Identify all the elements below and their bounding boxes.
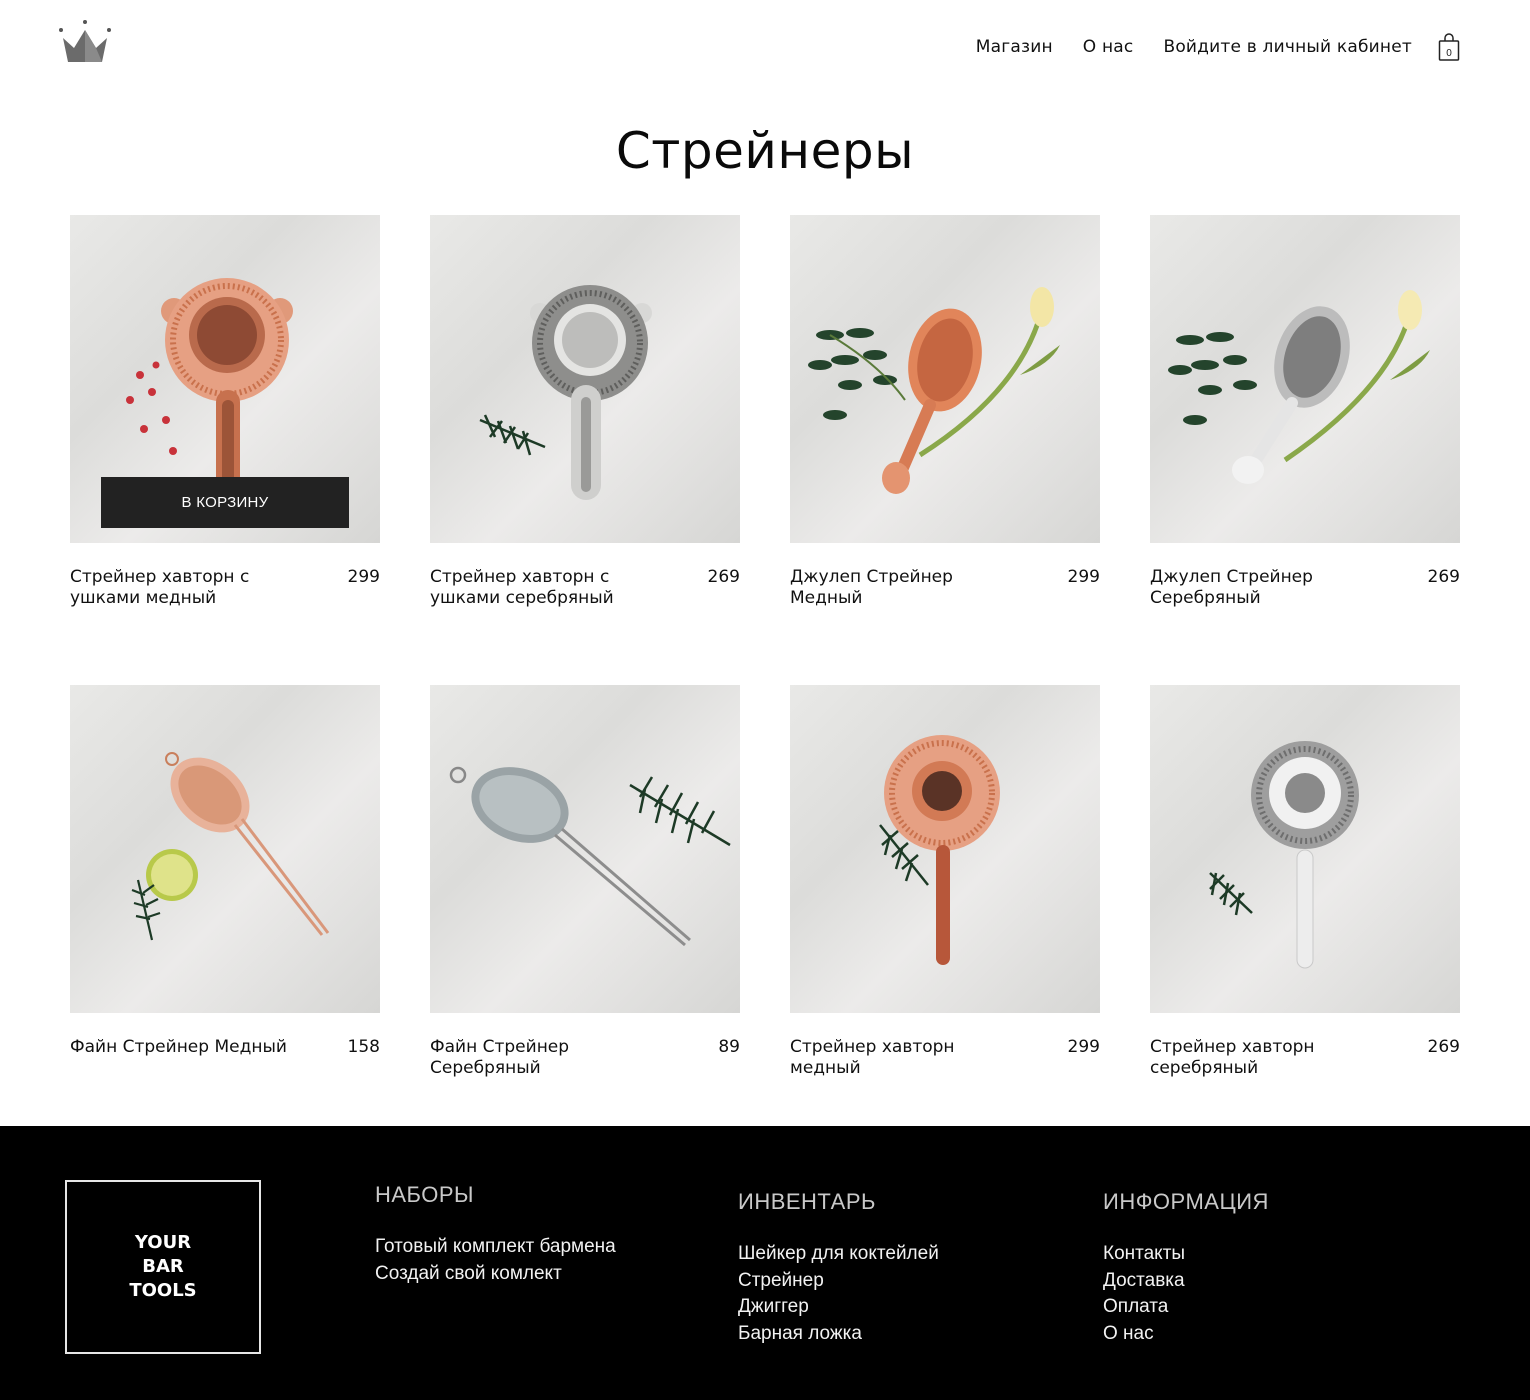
footer-link[interactable]: Шейкер для коктейлей (738, 1241, 939, 1268)
footer-link[interactable]: Контакты (1103, 1241, 1269, 1268)
product-price: 299 (1067, 567, 1100, 587)
product-price: 269 (1427, 567, 1460, 587)
footer-link[interactable]: Стрейнер (738, 1268, 939, 1295)
product-name[interactable]: Файн Стрейнер Серебряный (430, 1037, 670, 1079)
footer-link[interactable]: О нас (1103, 1321, 1269, 1348)
product-card[interactable]: Джулеп Стрейнер Серебряный 269 (1150, 215, 1460, 685)
product-name[interactable]: Стрейнер хавторн серебряный (1150, 1037, 1390, 1079)
hawthorne-strainer-silver-image (1209, 741, 1359, 969)
footer-link[interactable]: Барная ложка (738, 1321, 939, 1348)
product-card[interactable]: Файн Стрейнер Медный 158 (70, 685, 380, 1155)
product-price: 89 (718, 1037, 740, 1057)
brand-line: BAR (142, 1256, 184, 1277)
site-header: Магазин О нас Войдите в личный кабинет 0 (0, 0, 1530, 100)
product-price: 299 (1067, 1037, 1100, 1057)
product-image[interactable] (70, 685, 380, 1013)
product-price: 269 (707, 567, 740, 587)
footer-heading: НАБОРЫ (375, 1182, 475, 1207)
add-to-cart-button[interactable]: В КОРЗИНУ (101, 477, 349, 528)
footer-heading: ИНФОРМАЦИЯ (1103, 1189, 1269, 1214)
footer-link[interactable]: Доставка (1103, 1268, 1269, 1295)
product-price: 158 (347, 1037, 380, 1057)
product-image[interactable] (790, 215, 1100, 543)
product-name[interactable]: Стрейнер хавторн с ушками серебряный (430, 567, 670, 609)
footer-link[interactable]: Готовый комплект бармена (375, 1234, 616, 1261)
nav-shop[interactable]: Магазин (976, 37, 1053, 57)
brand-line: YOUR (134, 1232, 192, 1253)
site-footer: YOUR BAR TOOLS НАБОРЫ Готовый комплект б… (0, 1126, 1530, 1400)
footer-column-sets: НАБОРЫ Готовый комплект бармена Создай с… (375, 1182, 616, 1287)
julep-strainer-copper-image (808, 287, 1060, 494)
page-title: Стрейнеры (615, 122, 915, 180)
shopping-bag-icon: 0 (1438, 33, 1460, 61)
fine-strainer-silver-image (449, 766, 731, 947)
product-name[interactable]: Стрейнер хавторн медный (790, 1037, 1030, 1079)
footer-heading: ИНВЕНТАРЬ (738, 1189, 876, 1214)
product-image[interactable] (790, 685, 1100, 1013)
product-image[interactable]: В КОРЗИНУ (70, 215, 380, 543)
footer-link[interactable]: Создай свой комлект (375, 1261, 616, 1288)
product-card[interactable]: Стрейнер хавторн серебряный 269 (1150, 685, 1460, 1155)
nav-about[interactable]: О нас (1083, 37, 1134, 57)
product-name[interactable]: Джулеп Стрейнер Медный (790, 567, 1030, 609)
footer-link[interactable]: Оплата (1103, 1294, 1269, 1321)
cart-button[interactable]: 0 (1438, 32, 1460, 62)
product-name[interactable]: Файн Стрейнер Медный (70, 1037, 310, 1058)
main-nav: Магазин О нас Войдите в личный кабинет 0 (946, 32, 1460, 62)
product-name[interactable]: Стрейнер хавторн с ушками медный (70, 567, 310, 609)
product-price: 269 (1427, 1037, 1460, 1057)
product-image[interactable] (1150, 685, 1460, 1013)
julep-strainer-silver-image (1168, 290, 1430, 484)
product-card[interactable]: Стрейнер хавторн медный 299 (790, 685, 1100, 1155)
hawthorne-strainer-with-ears-silver-image (479, 285, 652, 500)
footer-brand-logo[interactable]: YOUR BAR TOOLS (65, 1180, 261, 1354)
product-card[interactable]: Файн Стрейнер Серебряный 89 (430, 685, 740, 1155)
nav-login[interactable]: Войдите в личный кабинет (1163, 37, 1412, 57)
product-image[interactable] (1150, 215, 1460, 543)
product-card[interactable]: Стрейнер хавторн с ушками серебряный 269 (430, 215, 740, 685)
product-card[interactable]: Джулеп Стрейнер Медный 299 (790, 215, 1100, 685)
product-name[interactable]: Джулеп Стрейнер Серебряный (1150, 567, 1390, 609)
product-price: 299 (347, 567, 380, 587)
product-grid: В КОРЗИНУ Стрейнер хавторн с ушками медн… (70, 215, 1460, 1155)
brand-line: TOOLS (129, 1280, 197, 1301)
fine-strainer-copper-image (131, 752, 330, 941)
product-card[interactable]: В КОРЗИНУ Стрейнер хавторн с ушками медн… (70, 215, 380, 685)
footer-column-inventory: ИНВЕНТАРЬ Шейкер для коктейлей Стрейнер … (738, 1189, 939, 1347)
product-image[interactable] (430, 685, 740, 1013)
footer-column-info: ИНФОРМАЦИЯ Контакты Доставка Оплата О на… (1103, 1189, 1269, 1347)
hawthorne-strainer-copper-image (879, 735, 1000, 965)
footer-link[interactable]: Джиггер (738, 1294, 939, 1321)
product-image[interactable] (430, 215, 740, 543)
cart-count: 0 (1446, 48, 1452, 59)
crown-icon[interactable] (58, 18, 112, 66)
